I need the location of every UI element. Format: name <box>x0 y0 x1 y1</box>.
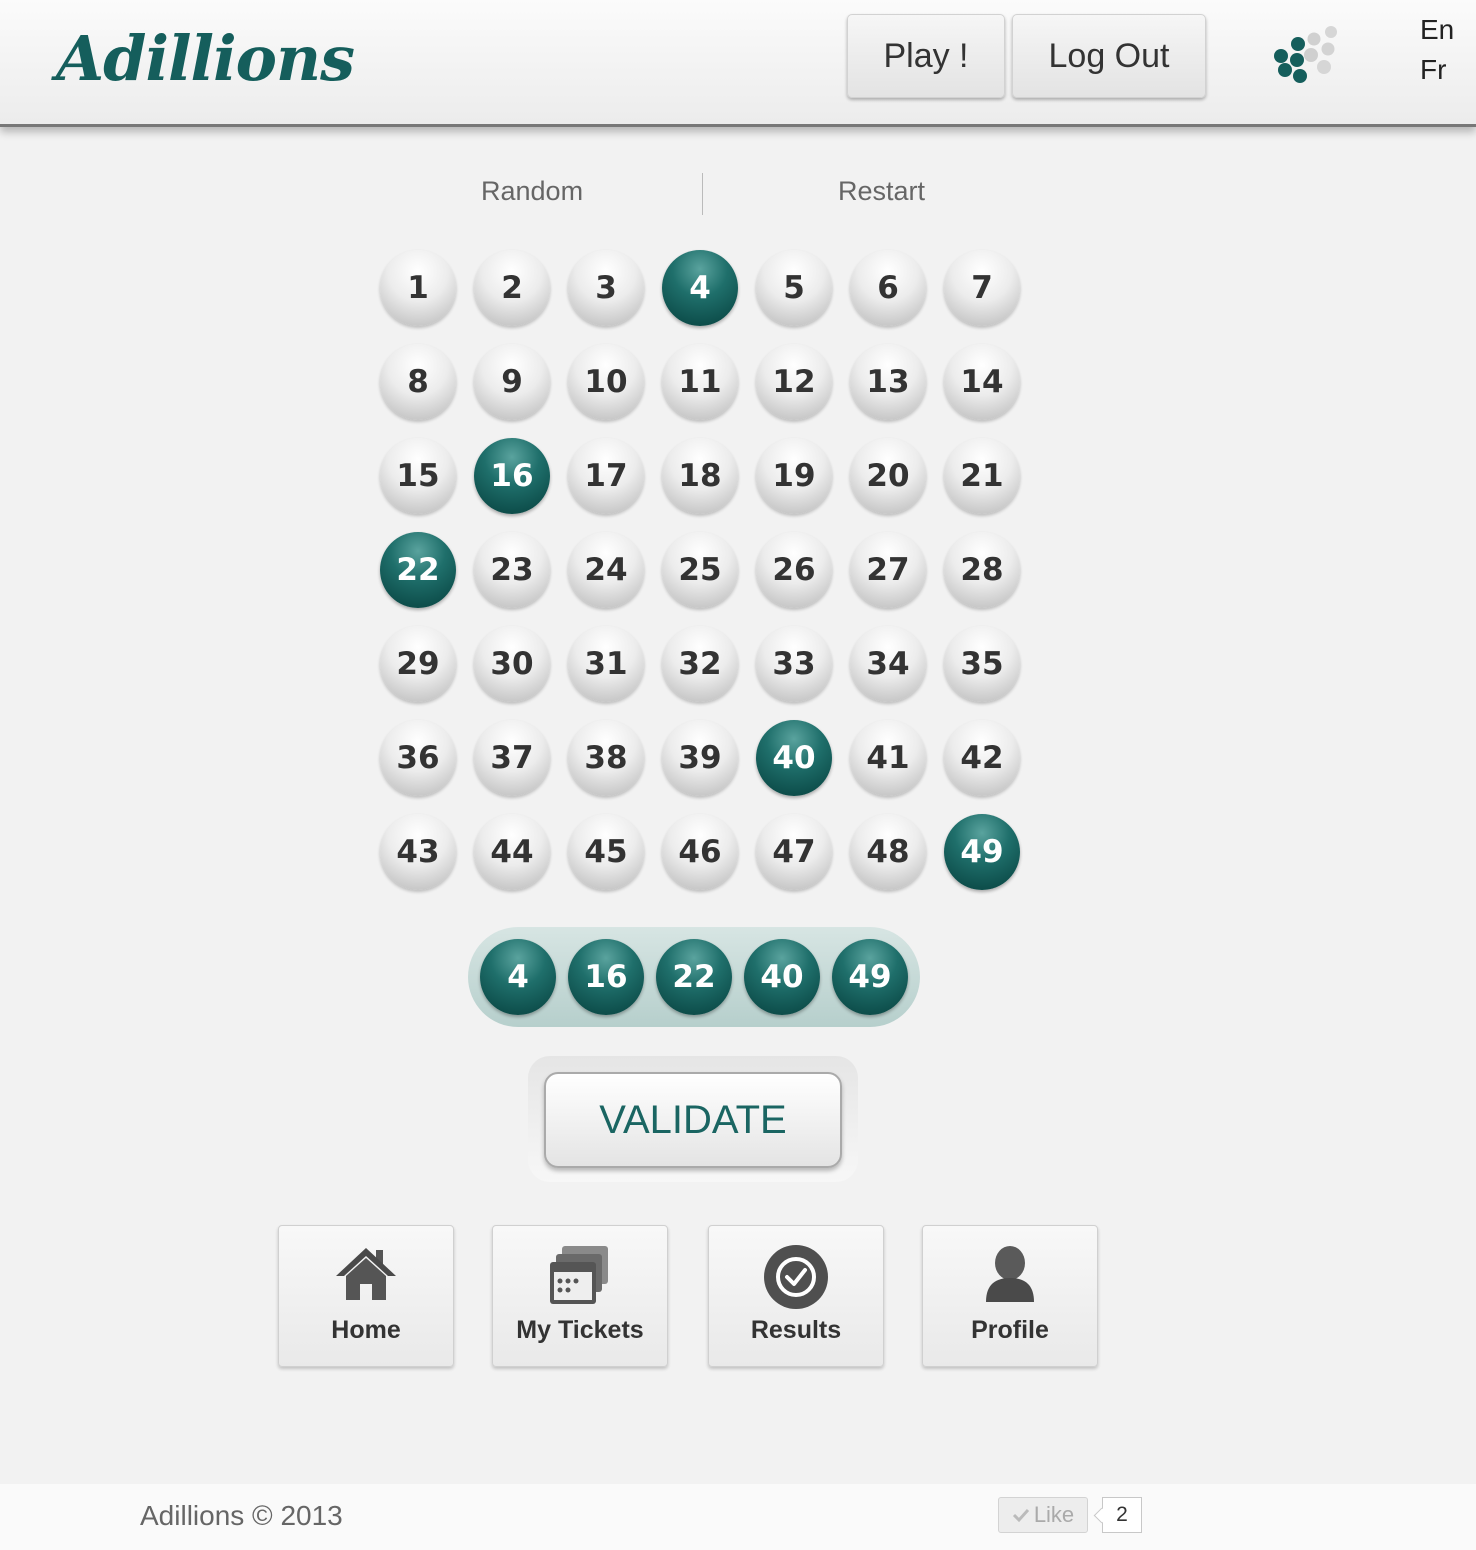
logo[interactable]: Adillions <box>56 22 355 95</box>
number-ball-10[interactable]: 10 <box>568 344 644 420</box>
check-icon <box>1012 1508 1029 1523</box>
restart-button[interactable]: Restart <box>838 176 925 207</box>
number-ball-37[interactable]: 37 <box>474 720 550 796</box>
number-ball-20[interactable]: 20 <box>850 438 926 514</box>
nav-home-button[interactable]: Home <box>278 1225 454 1367</box>
number-ball-25[interactable]: 25 <box>662 532 738 608</box>
number-ball-18[interactable]: 18 <box>662 438 738 514</box>
number-ball-19[interactable]: 19 <box>756 438 832 514</box>
number-ball-4[interactable]: 4 <box>662 250 738 326</box>
number-ball-5[interactable]: 5 <box>756 250 832 326</box>
number-ball-17[interactable]: 17 <box>568 438 644 514</box>
number-ball-44[interactable]: 44 <box>474 814 550 890</box>
number-ball-11[interactable]: 11 <box>662 344 738 420</box>
number-ball-36[interactable]: 36 <box>380 720 456 796</box>
number-ball-8[interactable]: 8 <box>380 344 456 420</box>
divider <box>702 173 703 215</box>
validate-button[interactable]: VALIDATE <box>544 1072 842 1168</box>
selected-numbers-tray: 4 16 22 40 49 <box>468 927 920 1027</box>
number-ball-28[interactable]: 28 <box>944 532 1020 608</box>
nav-tickets-button[interactable]: My Tickets <box>492 1225 668 1367</box>
number-grid: 1 2 3 4 5 6 7 8 9 10 11 12 13 14 15 16 17 18 19 20 21 22 23 24 2… <box>380 250 1040 910</box>
nav-results-button[interactable]: Results <box>708 1225 884 1367</box>
number-ball-23[interactable]: 23 <box>474 532 550 608</box>
selected-ball-4[interactable]: 4 <box>480 939 556 1015</box>
number-ball-41[interactable]: 41 <box>850 720 926 796</box>
number-ball-22[interactable]: 22 <box>380 532 456 608</box>
dots-loader-icon <box>1274 26 1337 83</box>
random-button[interactable]: Random <box>481 176 583 207</box>
header: Adillions Play ! Log Out En Fr <box>0 0 1476 127</box>
check-circle-icon <box>764 1245 828 1309</box>
number-ball-47[interactable]: 47 <box>756 814 832 890</box>
play-button[interactable]: Play ! <box>847 14 1005 98</box>
number-ball-6[interactable]: 6 <box>850 250 926 326</box>
number-ball-26[interactable]: 26 <box>756 532 832 608</box>
lang-fr-link[interactable]: Fr <box>1420 54 1446 86</box>
number-ball-2[interactable]: 2 <box>474 250 550 326</box>
number-ball-40[interactable]: 40 <box>756 720 832 796</box>
number-ball-27[interactable]: 27 <box>850 532 926 608</box>
number-ball-42[interactable]: 42 <box>944 720 1020 796</box>
number-ball-38[interactable]: 38 <box>568 720 644 796</box>
number-ball-30[interactable]: 30 <box>474 626 550 702</box>
number-ball-32[interactable]: 32 <box>662 626 738 702</box>
number-ball-35[interactable]: 35 <box>944 626 1020 702</box>
number-ball-16[interactable]: 16 <box>474 438 550 514</box>
number-ball-45[interactable]: 45 <box>568 814 644 890</box>
nav-profile-button[interactable]: Profile <box>922 1225 1098 1367</box>
footer: Adillions © 2013 Like 2 <box>0 1484 1476 1550</box>
number-ball-12[interactable]: 12 <box>756 344 832 420</box>
number-ball-24[interactable]: 24 <box>568 532 644 608</box>
user-icon <box>986 1246 1034 1302</box>
number-ball-29[interactable]: 29 <box>380 626 456 702</box>
like-label: Like <box>1033 1502 1075 1527</box>
copyright-text: Adillions © 2013 <box>140 1500 343 1531</box>
logout-button: Log Out <box>1012 14 1206 98</box>
number-ball-21[interactable]: 21 <box>944 438 1020 514</box>
validate-frame: VALIDATE <box>528 1056 858 1182</box>
number-ball-15[interactable]: 15 <box>380 438 456 514</box>
number-ball-46[interactable]: 46 <box>662 814 738 890</box>
selected-ball-49[interactable]: 49 <box>832 939 908 1015</box>
nav-results-label: Results <box>750 1316 842 1344</box>
number-ball-1[interactable]: 1 <box>380 250 456 326</box>
number-ball-48[interactable]: 48 <box>850 814 926 890</box>
nav-profile-label: Profile <box>971 1316 1049 1344</box>
number-ball-33[interactable]: 33 <box>756 626 832 702</box>
number-ball-13[interactable]: 13 <box>850 344 926 420</box>
home-icon <box>336 1248 396 1300</box>
lang-en-link[interactable]: En <box>1420 14 1454 46</box>
number-ball-43[interactable]: 43 <box>380 814 456 890</box>
like-button[interactable]: Like <box>998 1497 1088 1533</box>
selected-ball-40[interactable]: 40 <box>744 939 820 1015</box>
selected-ball-16[interactable]: 16 <box>568 939 644 1015</box>
like-count: 2 <box>1102 1497 1142 1533</box>
number-ball-3[interactable]: 3 <box>568 250 644 326</box>
number-ball-14[interactable]: 14 <box>944 344 1020 420</box>
nav-home-label: Home <box>331 1316 401 1344</box>
nav-tickets-label: My Tickets <box>516 1316 644 1344</box>
number-ball-34[interactable]: 34 <box>850 626 926 702</box>
number-ball-31[interactable]: 31 <box>568 626 644 702</box>
number-ball-9[interactable]: 9 <box>474 344 550 420</box>
number-ball-49[interactable]: 49 <box>944 814 1020 890</box>
selected-ball-22[interactable]: 22 <box>656 939 732 1015</box>
number-ball-39[interactable]: 39 <box>662 720 738 796</box>
number-ball-7[interactable]: 7 <box>944 250 1020 326</box>
tickets-icon <box>550 1246 608 1304</box>
